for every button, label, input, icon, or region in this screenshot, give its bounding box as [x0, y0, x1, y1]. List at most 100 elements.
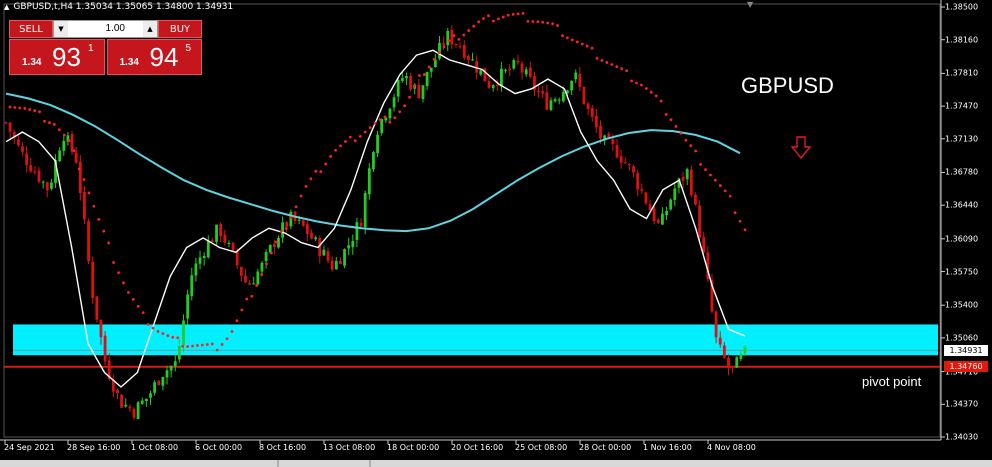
chart-shift-marker-icon[interactable]: ▼ [747, 0, 753, 9]
price-tick-label: 1.38500 [945, 2, 979, 12]
time-tick-label: 1 Nov 16:00 [643, 443, 692, 452]
parabolic-sar-dot [97, 218, 101, 221]
candle-body [367, 168, 371, 195]
parabolic-sar-dot [304, 185, 308, 188]
parabolic-sar-dot [146, 322, 150, 326]
parabolic-sar-dot [590, 46, 594, 50]
candle-body [310, 232, 313, 239]
price-tick-label: 1.37470 [945, 101, 979, 111]
parabolic-sar-dot [472, 24, 476, 28]
parabolic-sar-dot [378, 118, 382, 122]
candle-body [421, 85, 425, 100]
parabolic-sar-dot [299, 194, 303, 198]
buy-quote[interactable]: 1.34 94 5 [106, 39, 202, 75]
candle-body [235, 251, 239, 266]
lot-size-value[interactable]: 1.00 [68, 21, 143, 37]
candle-body [301, 220, 305, 226]
parabolic-sar-dot [383, 115, 387, 119]
candle-body [231, 242, 235, 251]
parabolic-sar-dot [511, 12, 515, 16]
candle-body [165, 370, 169, 378]
candle-body [545, 92, 549, 110]
candle-body [450, 29, 454, 45]
candle-body [541, 91, 545, 94]
parabolic-sar-dot [279, 229, 283, 233]
buy-button[interactable]: BUY [158, 20, 202, 38]
price-tick-label: 1.37810 [945, 68, 979, 78]
candle-body [619, 156, 623, 163]
parabolic-sar-dot [225, 337, 229, 341]
candle-body [549, 100, 553, 110]
lot-size-field[interactable]: ▼ 1.00 ▲ [53, 20, 158, 38]
candle-body [743, 346, 747, 354]
candle-body [37, 170, 41, 182]
candle-body [681, 176, 685, 181]
candle-body [694, 194, 697, 205]
parabolic-sar-dot [600, 58, 604, 62]
parabolic-sar-dot [176, 336, 180, 340]
chart-header: ▲ GBPUSD,t,H4 1.35034 1.35065 1.34800 1.3… [0, 0, 233, 14]
lot-increase-icon[interactable]: ▲ [143, 21, 157, 37]
candle-body [260, 262, 264, 272]
candle-body [248, 283, 251, 285]
candle-body [636, 173, 640, 190]
parabolic-sar-dot [615, 65, 619, 68]
candle-body [95, 296, 99, 320]
candle-body [698, 205, 701, 238]
parabolic-sar-dot [521, 11, 525, 15]
parabolic-sar-dot [373, 121, 377, 125]
parabolic-sar-dot [245, 297, 249, 301]
parabolic-sar-dot [319, 170, 323, 174]
candle-body [87, 221, 90, 262]
price-axis[interactable]: 1.38500 1.38160 1.37810 1.37470 1.37130 1.367… [941, 0, 992, 442]
parabolic-sar-dot [102, 229, 106, 233]
candle-body [599, 125, 602, 139]
parabolic-sar-dot [477, 20, 481, 24]
parabolic-sar-dot [684, 138, 688, 142]
parabolic-sar-dot [718, 184, 722, 187]
candle-body [673, 188, 677, 201]
parabolic-sar-dot [664, 112, 668, 116]
collapse-triangle-icon[interactable]: ▲ [4, 3, 9, 11]
pivot-point-annotation: pivot point [862, 374, 922, 389]
parabolic-sar-dot [566, 36, 569, 40]
parabolic-sar-dot [92, 204, 96, 208]
parabolic-sar-dot [649, 90, 653, 94]
candle-body [62, 140, 66, 151]
candle-body [50, 182, 53, 189]
candle-body [640, 189, 644, 191]
parabolic-sar-dot [580, 42, 584, 46]
parabolic-sar-dot [442, 45, 446, 49]
buy-price-pips: 94 [149, 42, 179, 72]
candle-body [78, 161, 82, 194]
sell-quote[interactable]: 1.34 93 1 [9, 39, 105, 75]
candle-body [29, 165, 33, 172]
parabolic-sar-dot [570, 38, 574, 42]
candle-body [372, 152, 375, 170]
candle-body [83, 191, 86, 220]
price-tick-label: 1.36440 [945, 200, 979, 210]
parabolic-sar-dot [117, 271, 120, 275]
candle-body [314, 237, 318, 240]
candle-body [376, 134, 379, 154]
sell-button[interactable]: SELL [9, 20, 53, 38]
candle-body [169, 366, 173, 371]
candle-body [429, 67, 433, 72]
candle-body [739, 354, 743, 360]
candle-body [491, 85, 495, 89]
parabolic-sar-dot [18, 106, 22, 110]
parabolic-sar-dot [67, 139, 71, 143]
parabolic-sar-dot [398, 110, 402, 114]
parabolic-sar-dot [230, 330, 234, 333]
parabolic-sar-dot [516, 12, 520, 16]
parabolic-sar-dot [171, 335, 175, 339]
candle-body [182, 320, 185, 346]
parabolic-sar-dot [556, 24, 559, 27]
candle-body [454, 44, 458, 46]
candle-body [438, 43, 441, 59]
parabolic-sar-dot [669, 118, 673, 122]
lot-decrease-icon[interactable]: ▼ [54, 21, 68, 37]
parabolic-sar-dot [28, 108, 32, 111]
candle-body [206, 240, 210, 258]
candle-body [227, 243, 231, 245]
